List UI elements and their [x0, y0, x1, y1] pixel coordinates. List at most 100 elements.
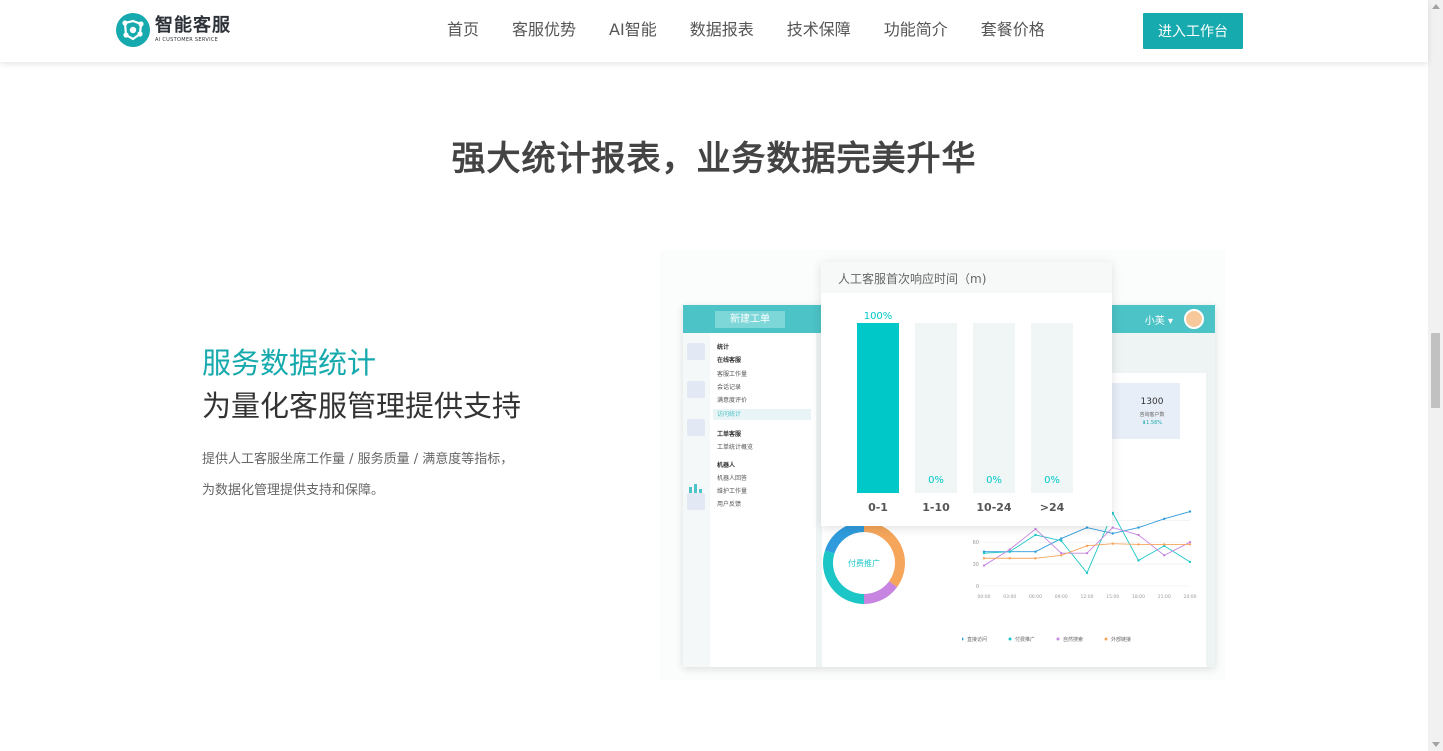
x-tick-label: 21:00 [1158, 594, 1171, 600]
series-point [1137, 533, 1140, 537]
donut-segment [825, 522, 865, 554]
mock-menu-item: 工单统计概览 [717, 444, 754, 451]
x-tick-label: 09:00 [1055, 594, 1068, 600]
scroll-up-arrow-icon[interactable] [1432, 4, 1440, 9]
mock-stats-menu: 统计在线客服客服工作量会话记录满意度评价访问统计工单客服工单统计概览 机器人机器人… [710, 333, 816, 667]
mock-menu-item: 会话记录 [717, 384, 742, 391]
series-point [1188, 541, 1192, 544]
bar-value-label: 0% [1044, 475, 1060, 486]
series-point [1111, 542, 1114, 545]
nav-item-tech[interactable]: 技术保障 [787, 18, 851, 42]
nav-item-pricing[interactable]: 套餐价格 [981, 18, 1045, 42]
mock-rail-icon [687, 493, 705, 510]
mock-menu-item: 维护工作量 [717, 488, 748, 495]
series-point [1188, 543, 1192, 546]
logo-icon [116, 13, 150, 47]
nav-item-home[interactable]: 首页 [447, 18, 479, 42]
legend-swatch [962, 637, 964, 641]
brand-tagline: AI CUSTOMER SERVICE [155, 37, 219, 43]
mock-user-name: 小芙 ▾ [1144, 316, 1173, 327]
mock-menu-item: 统计 [717, 344, 730, 351]
series-point [1034, 557, 1037, 560]
x-tick-label: 06:00 [1029, 594, 1042, 600]
bar-value-label: 0% [986, 475, 1002, 486]
nav-item-reports[interactable]: 数据报表 [690, 18, 754, 42]
top-nav-bar: 智能客服 AI CUSTOMER SERVICE 首页 客服优势 AI智能 数据… [0, 0, 1428, 62]
legend-swatch [1056, 637, 1060, 641]
mock-rail-icon [687, 343, 705, 360]
mock-menu-item: 满意度评价 [717, 397, 748, 404]
chart-title: 人工客服首次响应时间（m) [821, 262, 1112, 293]
mock-menu-item: 在线客服 [717, 357, 742, 364]
legend-label: 自然搜索 [1063, 636, 1083, 643]
scroll-down-arrow-icon[interactable] [1432, 742, 1440, 747]
enter-workbench-button[interactable]: 进入工作台 [1143, 13, 1243, 49]
section-title: 强大统计报表，业务数据完美升华 [451, 139, 977, 179]
feature-title: 服务数据统计 [202, 346, 377, 380]
series-point [1085, 551, 1089, 555]
series-point [1111, 532, 1114, 535]
response-time-bar-chart: 100% 0-1 0% 1-10 0% 10-24 0% >24 [857, 311, 1073, 514]
main-nav: 首页 客服优势 AI智能 数据报表 技术保障 功能简介 套餐价格 [447, 18, 1078, 42]
nav-item-features[interactable]: 功能简介 [884, 18, 948, 42]
series-point [1008, 548, 1011, 551]
legend-label: 付费推广 [1015, 636, 1035, 643]
series-point [982, 557, 986, 560]
series-point [1163, 543, 1166, 546]
x-tick-label: 15:00 [1106, 594, 1119, 600]
mock-menu-item: 用户反馈 [717, 501, 742, 508]
bar-track [1031, 323, 1073, 493]
mock-icon-rail [683, 333, 710, 667]
series-point [1163, 517, 1166, 521]
series-point [1163, 554, 1166, 557]
x-tick-label: 1-10 [922, 501, 950, 514]
series-point [1085, 526, 1089, 529]
nav-item-ai[interactable]: AI智能 [609, 18, 657, 42]
donut-segment [863, 522, 905, 588]
series-point [1060, 537, 1063, 540]
nav-item-advantages[interactable]: 客服优势 [512, 18, 576, 42]
x-tick-label: 12:00 [1081, 594, 1094, 600]
series-point [1188, 510, 1192, 513]
mock-rail-icon [687, 381, 705, 398]
brand-name: 智能客服 [155, 15, 231, 36]
series-point [982, 564, 986, 567]
mock-menu-item: 机器人 [717, 462, 736, 469]
legend-label: 外部链接 [1111, 636, 1131, 643]
scrollbar-thumb[interactable] [1431, 333, 1440, 408]
mock-stat-card: 1300 咨询客户数 ⬇1.56% [1124, 383, 1180, 439]
series-point [1111, 526, 1114, 529]
feature-subtitle: 为量化客服管理提供支持 [202, 389, 522, 423]
series-point [1008, 557, 1011, 560]
feature-description: 提供人工客服坐席工作量 / 服务质量 / 满意度等指标，为数据化管理提供支持和保… [202, 452, 514, 498]
x-tick-label: >24 [1040, 501, 1065, 514]
mock-menu-item: 工单客服 [717, 431, 742, 438]
mock-stat-label: 咨询客户数 [1139, 412, 1165, 418]
series-point [1008, 550, 1011, 553]
mock-menu-item: 机器人回答 [717, 475, 748, 482]
bar-value-label: 100% [864, 311, 893, 322]
response-time-card: 人工客服首次响应时间（m) 100% 0-1 0% 1-10 0% 10-24 0% >24 [821, 262, 1112, 526]
series-point [1060, 539, 1063, 542]
bar-value-label: 0% [928, 475, 944, 486]
bar-track [915, 323, 957, 493]
series-point [1034, 533, 1037, 537]
mock-avatar [1184, 309, 1204, 329]
page-scrollbar[interactable] [1428, 0, 1443, 751]
donut-segment [863, 580, 898, 604]
x-tick-label: 00:00 [978, 594, 991, 600]
series-point [1034, 550, 1037, 553]
series-point [982, 551, 986, 555]
x-tick-label: 10-24 [976, 501, 1012, 514]
series-point [1034, 527, 1037, 531]
brand-logo[interactable]: 智能客服 AI CUSTOMER SERVICE [116, 12, 231, 48]
bar-track [973, 323, 1015, 493]
mock-donut-chart: 付费推广 [823, 522, 905, 604]
legend-swatch [1008, 637, 1012, 641]
legend-label: 直接访问 [967, 636, 987, 643]
series-point [1188, 560, 1192, 564]
x-tick-label: 03:00 [1003, 594, 1016, 600]
mock-menu-item: 客服工作量 [717, 371, 748, 378]
x-tick-label: 0-1 [868, 501, 888, 514]
mock-menu-item: 访问统计 [713, 409, 811, 420]
